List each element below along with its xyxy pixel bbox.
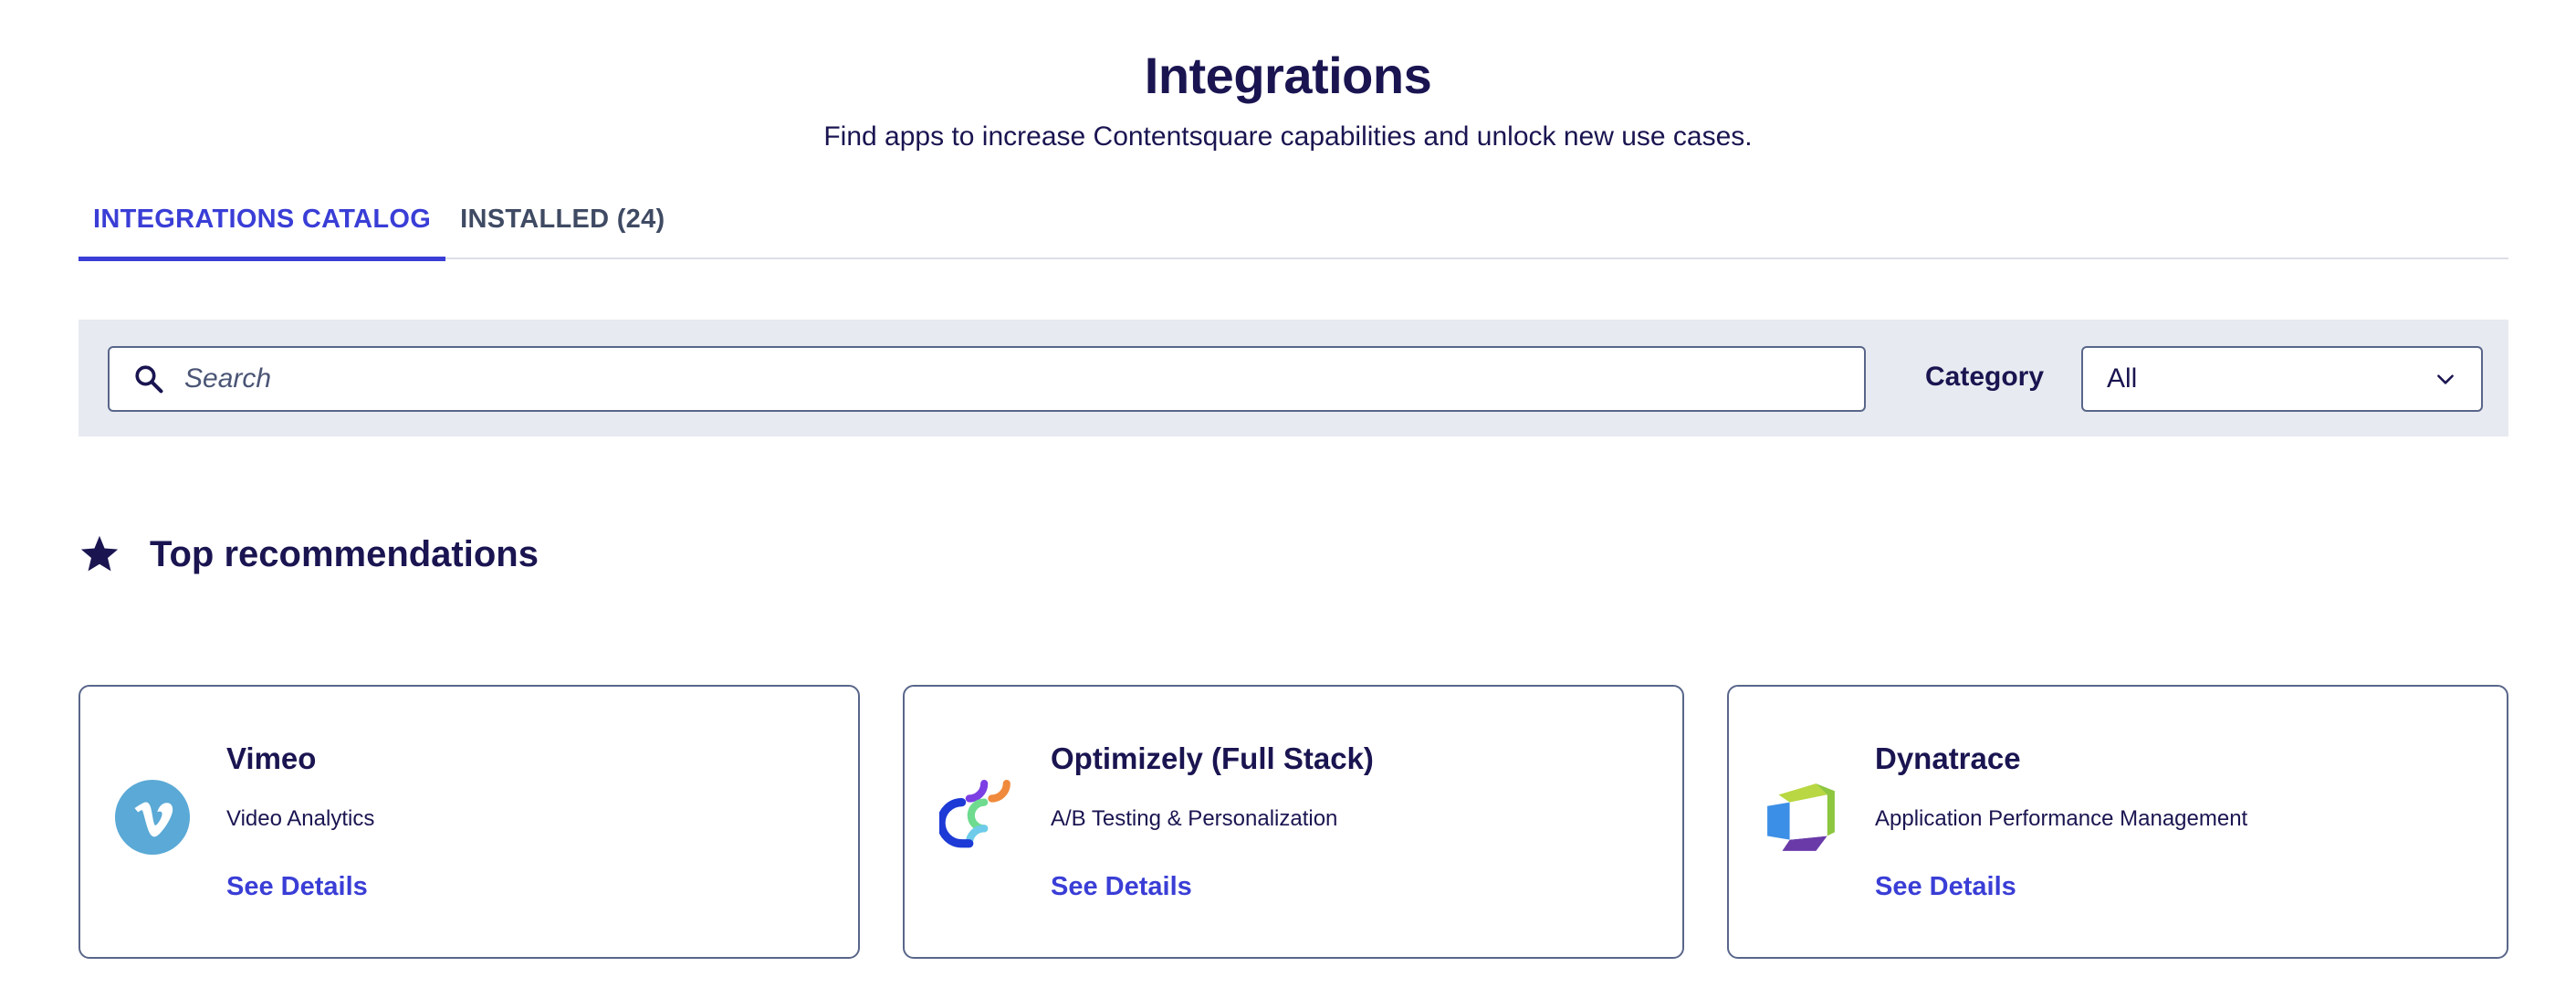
- card-name: Dynatrace: [1875, 741, 2021, 775]
- category-select[interactable]: All: [2081, 346, 2483, 412]
- page-subtitle: Find apps to increase Contentsquare capa…: [823, 121, 1753, 152]
- section-title: Top recommendations: [150, 533, 539, 574]
- card-category: Application Performance Management: [1875, 806, 2248, 831]
- dynatrace-logo-icon: [1767, 783, 1835, 851]
- integration-card-dynatrace: Dynatrace Application Performance Manage…: [1727, 685, 2508, 959]
- chevron-down-icon: [2437, 374, 2454, 384]
- card-name: Vimeo: [226, 741, 317, 775]
- see-details-link-dynatrace[interactable]: See Details: [1875, 872, 2016, 902]
- tab-bar: INTEGRATIONS CATALOG INSTALLED (24): [79, 192, 2508, 261]
- see-details-link-optimizely[interactable]: See Details: [1051, 872, 1192, 902]
- category-value: All: [2107, 363, 2138, 394]
- card-category: Video Analytics: [226, 806, 375, 831]
- see-details-link-vimeo[interactable]: See Details: [226, 872, 368, 902]
- card-name: Optimizely (Full Stack): [1051, 741, 1374, 775]
- integration-card-vimeo: Vimeo Video Analytics See Details: [79, 685, 860, 959]
- optimizely-logo-icon: [939, 780, 1011, 848]
- star-icon: [80, 535, 119, 572]
- card-category: A/B Testing & Personalization: [1051, 806, 1338, 831]
- search-icon: [135, 365, 163, 394]
- tab-installed[interactable]: INSTALLED (24): [445, 192, 679, 259]
- top-recommendations-heading: Top recommendations: [79, 533, 539, 575]
- search-box[interactable]: [108, 346, 1866, 412]
- integration-card-optimizely: Optimizely (Full Stack) A/B Testing & Pe…: [903, 685, 1684, 959]
- vimeo-logo-icon: [115, 780, 190, 855]
- tab-integrations-catalog[interactable]: INTEGRATIONS CATALOG: [79, 192, 446, 261]
- category-label: Category: [1925, 362, 2045, 392]
- filter-bar: Category All: [79, 320, 2508, 436]
- search-input[interactable]: [184, 363, 1827, 394]
- page-title: Integrations: [1144, 47, 1432, 104]
